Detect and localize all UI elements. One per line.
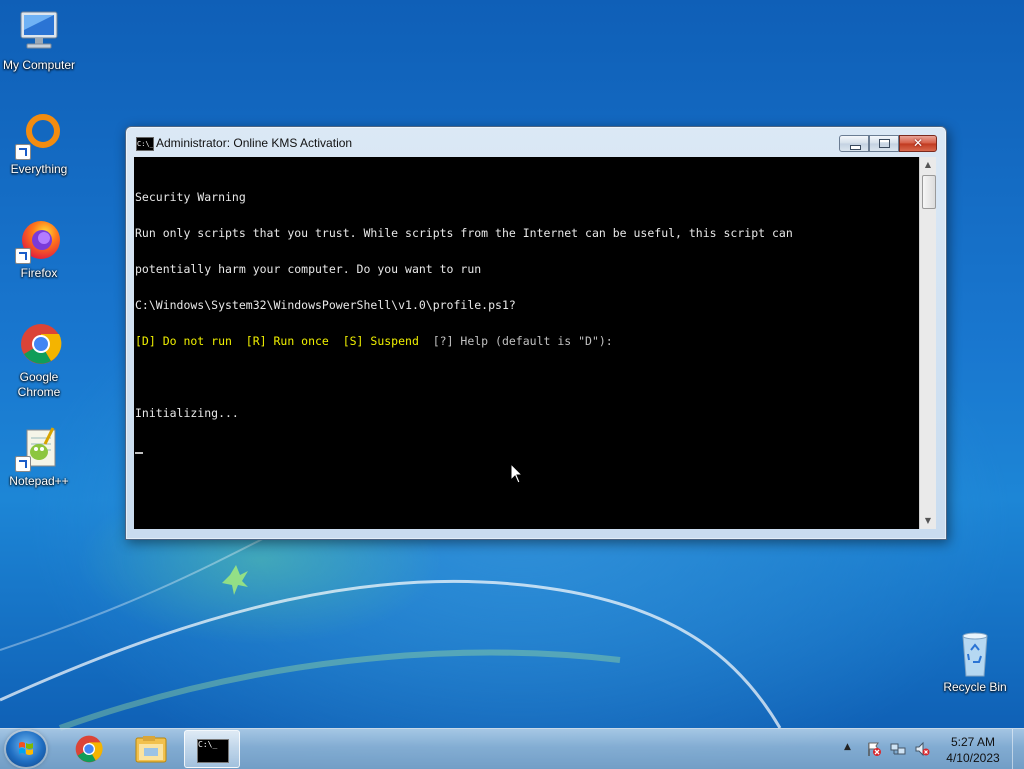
window-title: Administrator: Online KMS Activation <box>156 136 353 150</box>
desktop-icon-notepadpp[interactable]: Notepad++ <box>0 424 79 489</box>
console-line: Run only scripts that you trust. While s… <box>135 226 793 240</box>
firefox-icon <box>15 216 63 264</box>
chrome-icon <box>15 320 63 368</box>
scroll-down-icon[interactable]: ▼ <box>920 513 936 529</box>
scroll-thumb[interactable] <box>922 175 936 209</box>
computer-icon <box>15 8 63 56</box>
minimize-button[interactable] <box>839 135 869 152</box>
cmd-icon[interactable]: C:\_ <box>136 137 154 151</box>
desktop-icon-label: Notepad++ <box>9 474 69 488</box>
windows-logo-icon <box>19 742 33 755</box>
start-button[interactable] <box>6 731 46 767</box>
console-line-security-warning: Security Warning <box>135 190 246 204</box>
console-window[interactable]: C:\_ Administrator: Online KMS Activatio… <box>125 126 947 540</box>
window-titlebar[interactable]: C:\_ Administrator: Online KMS Activatio… <box>126 127 946 157</box>
chrome-icon <box>75 735 103 763</box>
desktop-icon-label: Google Chrome <box>17 370 61 399</box>
action-center-flag-icon[interactable] <box>866 741 882 757</box>
clock-date: 4/10/2023 <box>946 751 1000 765</box>
prompt-help: [?] Help (default is "D"): <box>418 334 613 348</box>
console-line-script-path: C:\Windows\System32\WindowsPowerShell\v1… <box>135 298 516 312</box>
clock-time: 5:27 AM <box>950 735 996 749</box>
taskbar-chrome[interactable] <box>61 730 117 768</box>
console-cursor-line <box>135 443 919 455</box>
text-cursor <box>135 452 143 454</box>
system-tray: ▲ <box>840 729 940 769</box>
prompt-options: [D] Do not run [R] Run once [S] Suspend <box>135 334 419 348</box>
folder-icon <box>135 736 167 763</box>
taskbar-file-explorer[interactable] <box>123 730 179 768</box>
console-output[interactable]: Security Warning Run only scripts that y… <box>134 157 919 529</box>
vertical-scrollbar[interactable]: ▲ ▼ <box>919 157 936 529</box>
console-line-prompt: [D] Do not run [R] Run once [S] Suspend … <box>135 335 919 347</box>
minimize-icon <box>840 136 868 151</box>
network-icon[interactable] <box>890 741 906 757</box>
desktop-icon-label: My Computer <box>2 58 76 72</box>
desktop-icon-label: Firefox <box>20 266 58 280</box>
console-line-initializing: Initializing... <box>135 406 239 420</box>
desktop-icon-firefox[interactable]: Firefox <box>0 216 79 281</box>
console-line: potentially harm your computer. Do you w… <box>135 262 482 276</box>
recycle-bin-icon <box>951 630 999 678</box>
taskbar-clock[interactable]: 5:27 AM 4/10/2023 <box>938 734 1008 766</box>
close-icon: ✕ <box>912 136 924 150</box>
desktop-icon-label: Everything <box>10 162 68 176</box>
everything-icon <box>15 112 63 160</box>
maximize-button[interactable] <box>869 135 899 152</box>
mouse-pointer-icon <box>510 463 524 484</box>
desktop-icon-everything[interactable]: Everything <box>0 112 79 177</box>
desktop-icon-recycle-bin[interactable]: Recycle Bin <box>935 630 1015 695</box>
show-desktop-button[interactable] <box>1012 729 1024 769</box>
volume-muted-icon[interactable] <box>914 741 930 757</box>
shortcut-arrow-icon <box>15 456 31 472</box>
shortcut-arrow-icon <box>15 144 31 160</box>
desktop-icon-google-chrome[interactable]: Google Chrome <box>0 320 79 400</box>
notepadpp-icon <box>15 424 63 472</box>
maximize-icon <box>870 136 898 151</box>
show-hidden-icons-button[interactable]: ▲ <box>844 742 851 752</box>
scroll-up-icon[interactable]: ▲ <box>920 157 936 173</box>
taskbar: C:\_ ▲ 5:27 AM 4/10/2023 <box>0 728 1024 769</box>
cmd-icon: C:\_ <box>197 739 229 763</box>
shortcut-arrow-icon <box>15 248 31 264</box>
taskbar-command-prompt[interactable]: C:\_ <box>184 730 240 768</box>
desktop-icon-my-computer[interactable]: My Computer <box>0 8 79 73</box>
close-button[interactable]: ✕ <box>899 135 937 152</box>
desktop-icon-label: Recycle Bin <box>943 680 1007 694</box>
